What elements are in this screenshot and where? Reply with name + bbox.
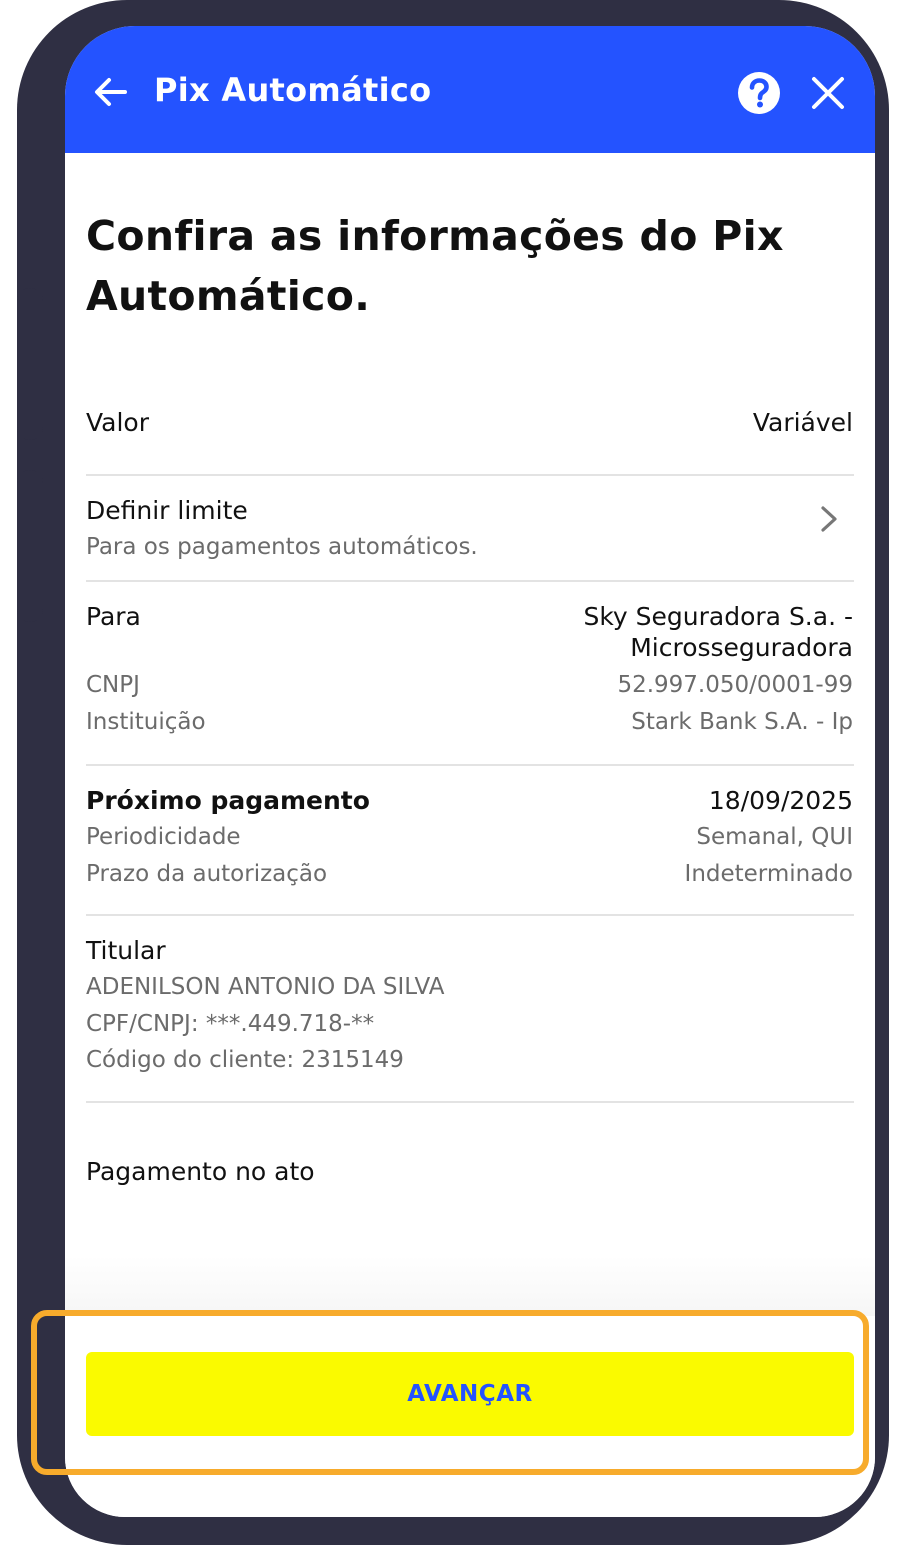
titular-label: Titular bbox=[86, 936, 166, 965]
para-name-line1: Sky Seguradora S.a. - bbox=[583, 602, 853, 631]
valor-value: Variável bbox=[752, 408, 853, 437]
volume-up-button bbox=[17, 288, 43, 440]
divider bbox=[86, 580, 854, 582]
advance-button[interactable]: AVANÇAR bbox=[86, 1352, 854, 1436]
define-limit-row[interactable]: Definir limite Para os pagamentos automá… bbox=[65, 478, 875, 578]
periodicidade-label: Periodicidade bbox=[86, 824, 241, 850]
prazo-value: Indeterminado bbox=[684, 861, 853, 887]
chevron-right-icon[interactable] bbox=[817, 504, 841, 534]
para-label: Para bbox=[86, 602, 141, 631]
para-name-line2: Microsseguradora bbox=[630, 633, 853, 662]
instituicao-value: Stark Bank S.A. - Ip bbox=[631, 709, 853, 735]
app-header: Pix Automático bbox=[65, 26, 875, 153]
define-limit-subtitle: Para os pagamentos automáticos. bbox=[86, 534, 478, 560]
close-icon[interactable] bbox=[811, 76, 845, 110]
arrow-left-icon[interactable] bbox=[91, 72, 131, 112]
question-circle-icon[interactable] bbox=[737, 71, 781, 115]
phone-frame: Pix Automático Confira as informações do… bbox=[17, 0, 889, 1545]
page-title: Confira as informações do Pix Automático… bbox=[86, 212, 784, 320]
volume-down-button bbox=[17, 470, 43, 622]
define-limit-title: Definir limite bbox=[86, 496, 248, 525]
titular-cpf: CPF/CNPJ: ***.449.718-** bbox=[86, 1011, 375, 1037]
proximo-pagamento-label: Próximo pagamento bbox=[86, 786, 370, 815]
divider bbox=[86, 914, 854, 916]
periodicidade-value: Semanal, QUI bbox=[696, 824, 853, 850]
divider bbox=[86, 474, 854, 476]
titular-codigo: Código do cliente: 2315149 bbox=[86, 1047, 404, 1073]
valor-label: Valor bbox=[86, 408, 150, 437]
cnpj-label: CNPJ bbox=[86, 672, 140, 698]
cnpj-value: 52.997.050/0001-99 bbox=[617, 672, 853, 698]
instituicao-label: Instituição bbox=[86, 709, 206, 735]
header-title: Pix Automático bbox=[154, 71, 432, 109]
titular-name: ADENILSON ANTONIO DA SILVA bbox=[86, 974, 445, 1000]
app-screen: Pix Automático Confira as informações do… bbox=[65, 26, 875, 1517]
prazo-label: Prazo da autorização bbox=[86, 861, 328, 887]
pagamento-no-ato-label: Pagamento no ato bbox=[86, 1157, 315, 1186]
divider bbox=[86, 1101, 854, 1103]
divider bbox=[86, 764, 854, 766]
proximo-pagamento-date: 18/09/2025 bbox=[708, 786, 853, 815]
